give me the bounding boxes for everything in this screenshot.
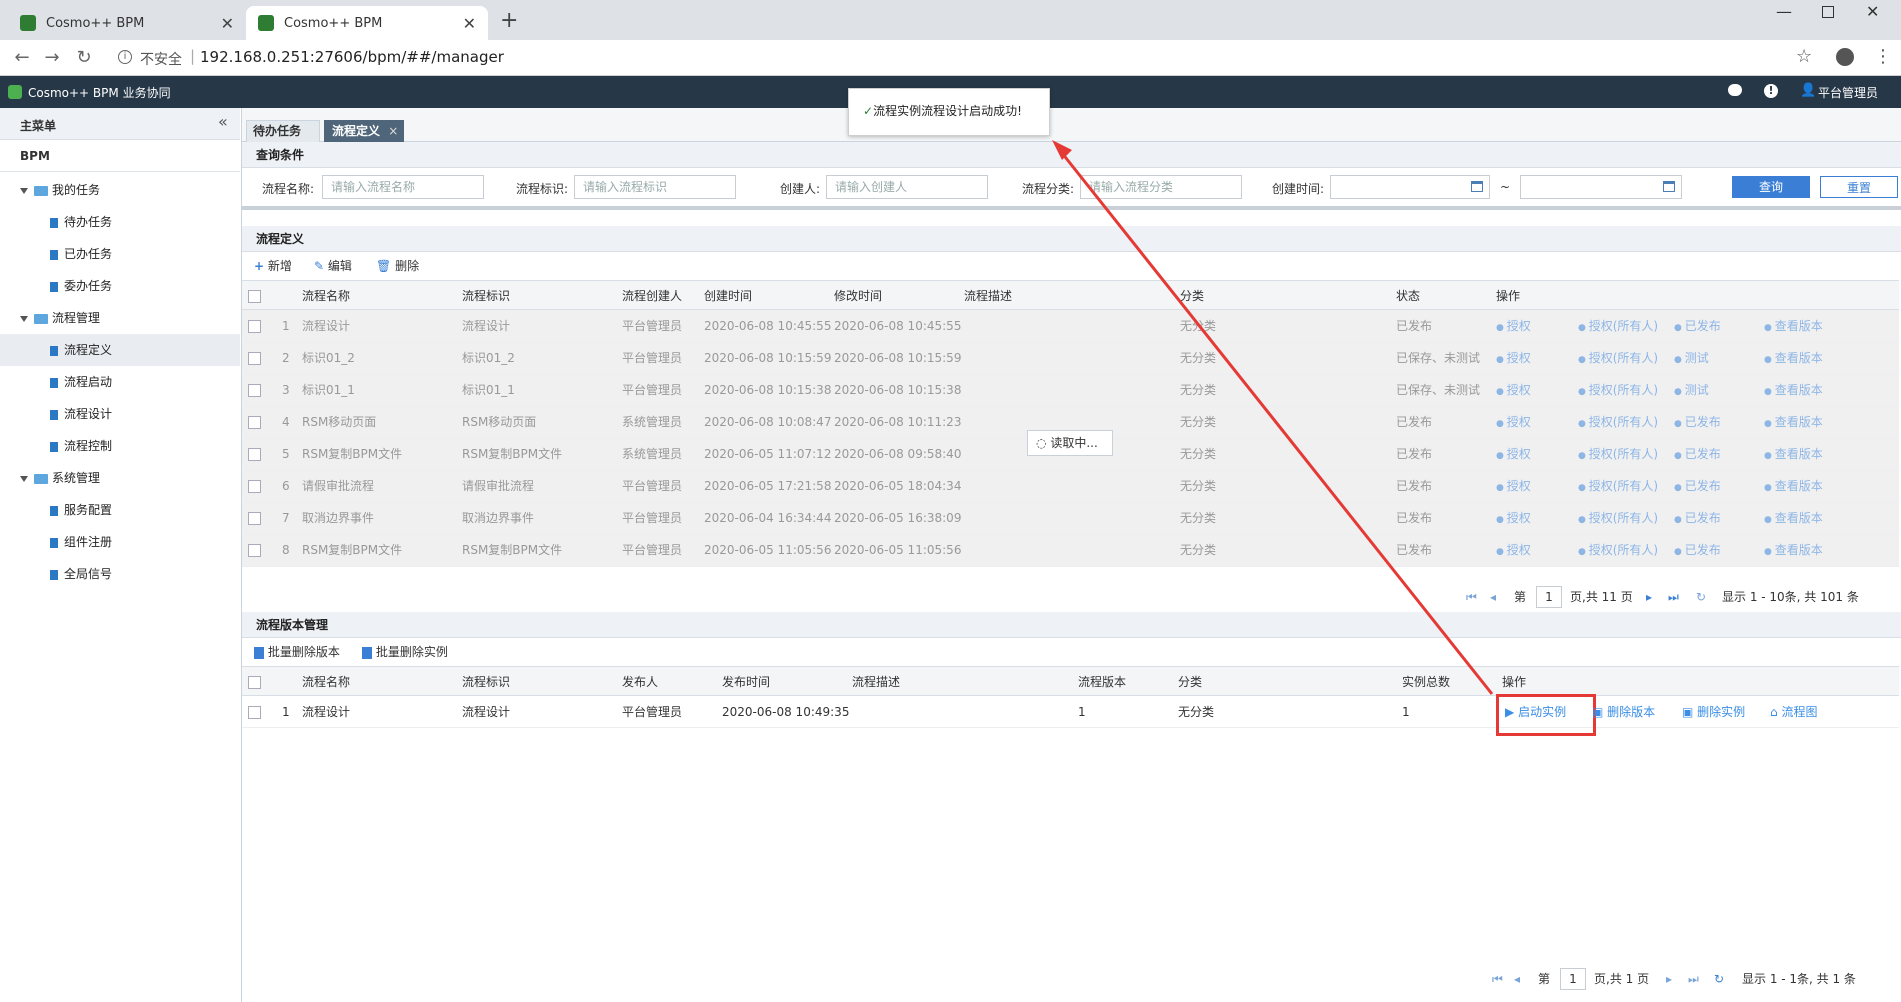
annotation-arrow: [1052, 140, 1494, 695]
